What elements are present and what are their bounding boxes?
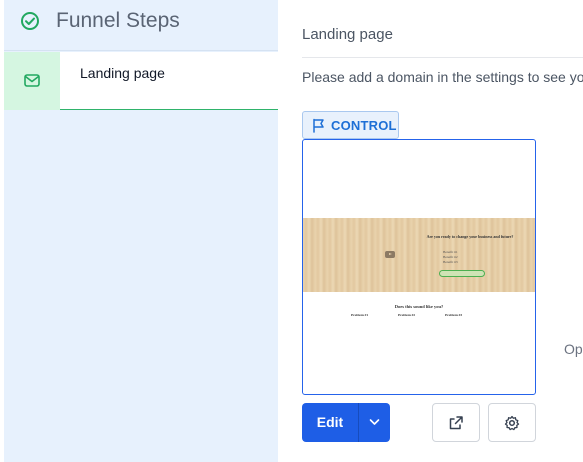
preview-hero: Are you ready to change your business an… bbox=[303, 218, 535, 292]
truncated-options-text: Op bbox=[564, 341, 583, 357]
check-circle-icon bbox=[20, 11, 40, 31]
preview-cta-button bbox=[439, 270, 485, 277]
preview-problem-column: Problem #1 bbox=[351, 313, 393, 319]
sidebar-title: Funnel Steps bbox=[56, 9, 180, 32]
control-variant-badge[interactable]: CONTROL bbox=[302, 111, 399, 139]
preview-section-title: Does this sound like you? bbox=[394, 304, 444, 309]
sidebar: Funnel Steps Landing page bbox=[4, 0, 278, 462]
edit-split-button: Edit bbox=[302, 403, 390, 442]
gear-icon bbox=[504, 415, 520, 431]
preview-hero-bullets: Benefit #1 Benefit #2 Benefit #3 bbox=[443, 250, 458, 265]
sidebar-item-landing-page[interactable]: Landing page bbox=[4, 52, 278, 110]
step-settings-button[interactable] bbox=[488, 403, 536, 442]
external-link-icon bbox=[449, 416, 463, 430]
main-panel: Landing page Please add a domain in the … bbox=[278, 0, 583, 462]
page-preview-thumbnail[interactable]: Are you ready to change your business an… bbox=[302, 139, 536, 395]
preview-problem-title: Problem #2 bbox=[398, 313, 416, 317]
video-play-icon bbox=[385, 251, 395, 258]
preview-problem-title: Problem #3 bbox=[445, 313, 463, 317]
preview-bullet: Benefit #3 bbox=[443, 260, 458, 264]
preview-problem-column: Problem #2 bbox=[398, 313, 440, 319]
control-badge-label: CONTROL bbox=[331, 118, 397, 133]
page-title: Landing page bbox=[302, 26, 393, 43]
flag-icon bbox=[313, 118, 324, 133]
open-preview-button[interactable] bbox=[432, 403, 480, 442]
preview-problem-column: Problem #3 bbox=[445, 313, 487, 319]
sidebar-header: Funnel Steps bbox=[4, 0, 278, 51]
chevron-down-icon bbox=[369, 419, 380, 425]
preview-hero-heading: Are you ready to change your business an… bbox=[426, 234, 514, 239]
preview-problem-title: Problem #1 bbox=[351, 313, 369, 317]
divider bbox=[302, 57, 583, 58]
mail-icon bbox=[24, 74, 40, 87]
domain-notice: Please add a domain in the settings to s… bbox=[302, 69, 583, 85]
edit-button[interactable]: Edit bbox=[302, 403, 358, 442]
sidebar-item-label: Landing page bbox=[80, 65, 165, 81]
edit-dropdown-toggle[interactable] bbox=[359, 403, 390, 442]
step-icon-box bbox=[4, 52, 60, 110]
